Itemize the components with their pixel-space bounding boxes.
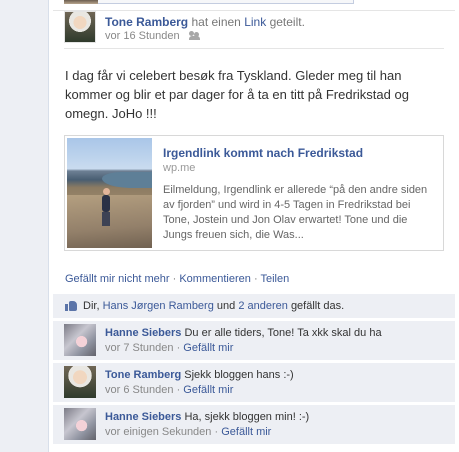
post-action-suffix: geteilt. [269,15,305,29]
post-action-link[interactable]: Link [244,15,266,29]
action-separator: · [172,273,177,285]
comment-author[interactable]: Hanne Siebers [105,327,181,339]
comment-time[interactable]: vor 6 Stunden [105,384,174,396]
shared-link-title[interactable]: Irgendlink kommt nach Fredrikstad [163,146,363,160]
action-separator: · [253,273,258,285]
comment-like-link[interactable]: Gefällt mir [183,342,233,354]
comment-like-link[interactable]: Gefällt mir [221,426,271,438]
comment-item: Hanne Siebers Du er alle tiders, Tone! T… [53,320,455,360]
comment-body: Tone Ramberg Sjekk bloggen hans :-) [105,368,445,382]
post-author-line: Tone Ramberg hat einen Link geteilt. [105,15,305,29]
left-column [0,0,49,452]
comment-author-avatar[interactable] [64,324,96,356]
previous-post-fragment [64,0,354,4]
post-actions: Gefällt mir nicht mehr · Kommentieren · … [65,273,289,285]
comment-text: Sjekk bloggen hans :-) [184,369,294,381]
shared-link-thumbnail[interactable] [67,138,152,248]
share-link[interactable]: Teilen [260,273,289,285]
likes-suffix: gefällt das. [290,300,345,312]
comment-item: Hanne Siebers Ha, sjekk bloggen min! :-)… [53,404,455,444]
likes-prefix: Dir, [83,300,100,312]
comment-author[interactable]: Hanne Siebers [105,411,181,423]
likes-text: Dir, Hans Jørgen Ramberg und 2 anderen g… [83,300,344,312]
post-action-prefix: hat einen [191,15,241,29]
page-right-edge [455,0,459,452]
like-icon [65,300,77,311]
comment-text: Du er alle tiders, Tone! Ta xkk skal du … [184,327,382,339]
comment-link[interactable]: Kommentieren [179,273,251,285]
comment-body: Hanne Siebers Du er alle tiders, Tone! T… [105,326,445,340]
comment-item: Tone Ramberg Sjekk bloggen hans :-) vor … [53,362,455,402]
comment-like-link[interactable]: Gefällt mir [183,384,233,396]
comment-meta: vor 7 Stunden · Gefällt mir [105,342,234,354]
comment-meta: vor einigen Sekunden · Gefällt mir [105,426,272,438]
header-divider [64,48,444,49]
post-timestamp[interactable]: vor 16 Stunden [105,30,180,42]
comment-author-avatar[interactable] [64,366,96,398]
post-meta: vor 16 Stunden [105,30,200,42]
likes-bar: Dir, Hans Jørgen Ramberg und 2 anderen g… [53,294,455,318]
friends-icon[interactable] [188,31,200,40]
liker-name[interactable]: Hans Jørgen Ramberg [103,300,214,312]
post-message: I dag får vi celebert besøk fra Tyskland… [65,68,409,121]
comment-time[interactable]: vor 7 Stunden [105,342,174,354]
unlike-link[interactable]: Gefällt mir nicht mehr [65,273,170,285]
previous-avatar-fragment [64,0,98,4]
comment-text: Ha, sjekk bloggen min! :-) [184,411,310,423]
post-author-name[interactable]: Tone Ramberg [105,15,188,29]
shared-link-domain: wp.me [163,162,196,174]
comment-body: Hanne Siebers Ha, sjekk bloggen min! :-) [105,410,445,424]
shared-link-card[interactable]: Irgendlink kommt nach Fredrikstad wp.me … [64,135,444,251]
author-avatar[interactable] [64,11,96,43]
comment-author[interactable]: Tone Ramberg [105,369,181,381]
comment-meta: vor 6 Stunden · Gefällt mir [105,384,234,396]
comment-time[interactable]: vor einigen Sekunden [105,426,211,438]
comment-author-avatar[interactable] [64,408,96,440]
feed-divider [53,10,459,11]
likes-others-link[interactable]: 2 anderen [238,300,288,312]
likes-middle: und [216,300,236,312]
shared-link-description: Eilmeldung, Irgendlink er allerede “på d… [163,184,428,241]
